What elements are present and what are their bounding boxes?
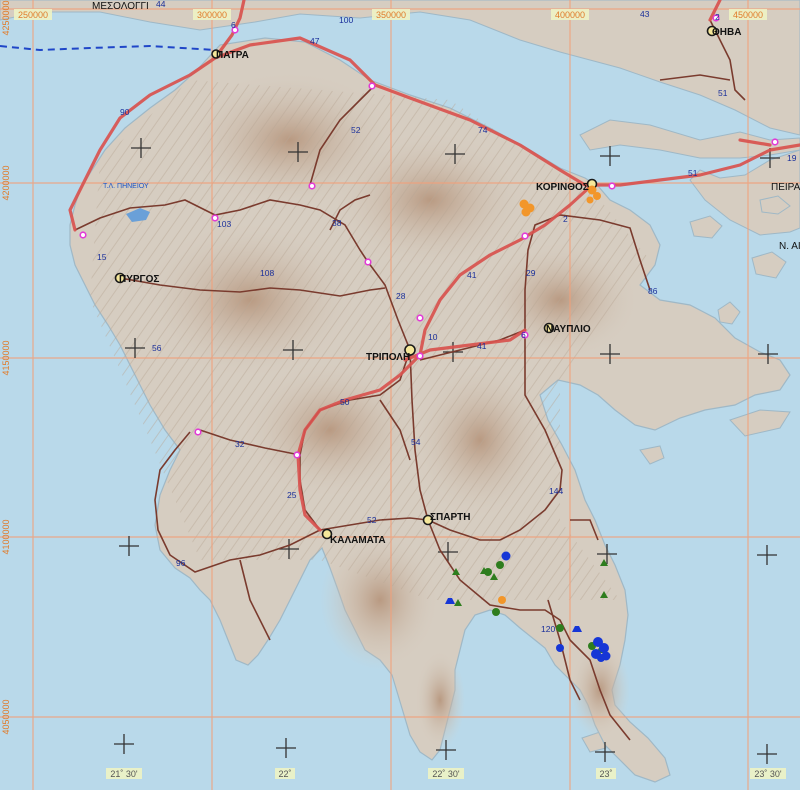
route-number: 6 <box>231 20 236 30</box>
route-number: 144 <box>549 486 563 496</box>
route-number: 96 <box>176 558 186 568</box>
route-number: 74 <box>478 125 488 135</box>
place-label-peiraias: ΠΕΙΡΑ <box>771 182 800 193</box>
left-axis-label: 4100000 <box>1 519 11 554</box>
route-number: 15 <box>97 252 107 262</box>
left-axis-label: 4200000 <box>1 165 11 200</box>
lake-label: Τ.Λ. ΠΗΝΕΙΟΥ <box>103 183 149 190</box>
route-number: 10 <box>428 332 438 342</box>
place-label-aigina: Ν. ΑΙ <box>779 241 800 252</box>
bottom-axis-label: 22˚ <box>278 769 291 779</box>
city-label-patra: ΠΑΤΡΑ <box>216 50 249 61</box>
route-number: 2 <box>563 214 568 224</box>
route-number: 86 <box>648 286 658 296</box>
bottom-axis-label: 23˚ 30' <box>754 769 782 779</box>
bottom-axis-label: 21˚ 30' <box>110 769 138 779</box>
bottom-axis-label: 22˚ 30' <box>432 769 460 779</box>
top-axis-label: 350000 <box>376 10 406 20</box>
place-label-mesolongi: ΜΕΣΟΛΟΓΓΙ <box>92 1 149 12</box>
city-label-tripoli: ΤΡΙΠΟΛΗ <box>366 352 410 363</box>
route-number: 50 <box>340 397 350 407</box>
route-number: 19 <box>787 153 797 163</box>
map-canvas[interactable]: 44 100 43 6 47 2 51 90 52 74 19 51 2 103 38 15 108 41 28 29… <box>0 0 800 790</box>
route-number: 29 <box>526 268 536 278</box>
route-number: 54 <box>411 437 421 447</box>
city-label-sparti: ΣΠΑΡΤΗ <box>430 512 470 523</box>
route-number: 43 <box>640 9 650 19</box>
route-number: 41 <box>467 270 477 280</box>
route-number: 28 <box>396 291 406 301</box>
route-number: 32 <box>235 439 245 449</box>
route-number: 25 <box>287 490 297 500</box>
top-axis-label: 400000 <box>555 10 585 20</box>
top-axis-label: 300000 <box>197 10 227 20</box>
city-label-thiva: ΘΗΒΑ <box>712 27 741 38</box>
route-number: 2 <box>715 12 720 22</box>
route-number: 38 <box>332 218 342 228</box>
route-number: 52 <box>351 125 361 135</box>
top-axis-label: 450000 <box>733 10 763 20</box>
route-number: 108 <box>260 268 274 278</box>
route-number: 90 <box>120 107 130 117</box>
route-number: 120 <box>541 624 555 634</box>
bottom-axis-label: 23˚ <box>599 769 612 779</box>
city-label-korinthos: ΚΟΡΙΝΘΟΣ <box>536 182 589 193</box>
route-number: 51 <box>718 88 728 98</box>
city-label-pyrgos: ΠΥΡΓΟΣ <box>119 274 159 285</box>
route-number: 41 <box>477 341 487 351</box>
route-number: 6 <box>521 330 526 340</box>
route-number: 56 <box>152 343 162 353</box>
route-number: 103 <box>217 219 231 229</box>
route-number: 52 <box>367 515 377 525</box>
route-number: 44 <box>156 0 166 9</box>
route-number: 100 <box>339 15 353 25</box>
left-axis-label: 4150000 <box>1 340 11 375</box>
left-axis-label: 4050000 <box>1 699 11 734</box>
route-number: 51 <box>688 168 698 178</box>
city-label-nafplio: ΝΑΥΠΛΙΟ <box>546 324 591 335</box>
top-axis-label: 250000 <box>18 10 48 20</box>
city-label-kalamata: ΚΑΛΑΜΑΤΑ <box>330 535 386 546</box>
route-number: 47 <box>310 36 320 46</box>
left-axis-label: 4250000 <box>1 0 11 35</box>
